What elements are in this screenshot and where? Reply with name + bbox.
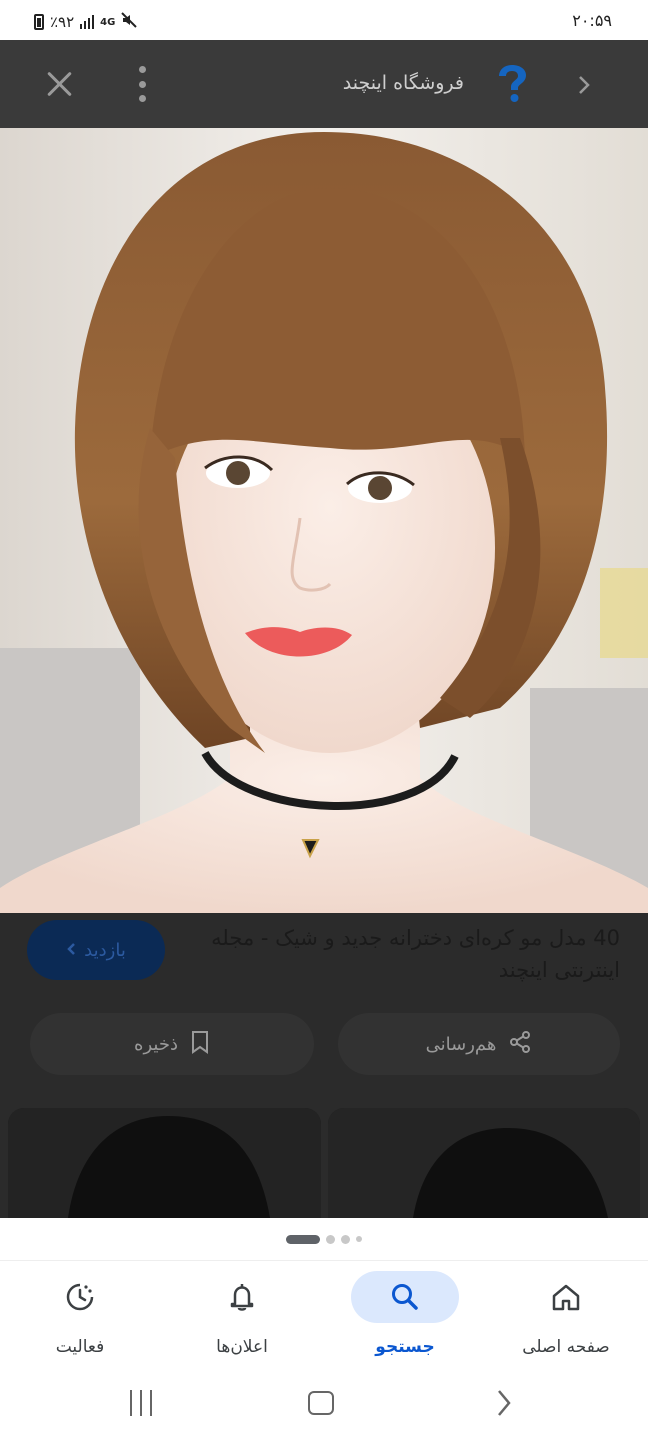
pager-dot[interactable] (286, 1234, 320, 1244)
site-logo-icon (494, 62, 530, 104)
pager-dot[interactable] (356, 1236, 362, 1242)
battery-percent: ٪۹۲ (50, 13, 75, 31)
save-button[interactable]: ذخیره (30, 1013, 314, 1075)
home-icon (512, 1271, 620, 1323)
bell-icon (188, 1271, 296, 1323)
recent-apps-icon[interactable] (121, 1385, 161, 1421)
share-label: هم‌رسانی (425, 1033, 497, 1055)
share-button[interactable]: هم‌رسانی (338, 1013, 620, 1075)
nav-home-label: صفحه اصلی (522, 1337, 610, 1357)
result-title[interactable]: 40 مدل مو کره‌ای دخترانه جدید و شیک - مج… (190, 922, 620, 986)
chevron-left-icon (66, 940, 76, 961)
carousel-pager (0, 1218, 648, 1260)
nav-search-label: جستجو (375, 1337, 435, 1357)
share-icon (508, 1030, 532, 1059)
pager-dot[interactable] (326, 1234, 335, 1244)
history-icon (26, 1271, 134, 1323)
signal-icon (80, 15, 95, 29)
bottom-nav: صفحه اصلی جستجو اعلان‌ها (0, 1260, 648, 1370)
result-image[interactable] (0, 128, 648, 913)
search-icon (351, 1271, 459, 1323)
nav-activity-label: فعالیت (55, 1337, 105, 1357)
more-vert-icon[interactable] (136, 66, 148, 102)
nav-notifications-label: اعلان‌ها (216, 1337, 268, 1357)
chevron-right-icon[interactable] (576, 74, 592, 96)
home-button-icon[interactable] (301, 1385, 341, 1421)
related-image-thumbnail[interactable] (328, 1108, 640, 1218)
related-image-thumbnail[interactable] (8, 1108, 321, 1218)
network-type: 4G (100, 16, 116, 28)
system-nav-bar (0, 1370, 648, 1440)
nav-home[interactable]: صفحه اصلی (496, 1271, 636, 1367)
nav-activity[interactable]: فعالیت (10, 1271, 150, 1367)
close-icon[interactable] (44, 68, 76, 100)
visit-button[interactable]: بازدید (27, 920, 165, 980)
save-label: ذخیره (134, 1033, 178, 1055)
nav-notifications[interactable]: اعلان‌ها (172, 1271, 312, 1367)
mute-icon (121, 12, 138, 32)
status-icons: ٪۹۲ 4G (34, 12, 138, 32)
bookmark-icon (190, 1030, 210, 1059)
pager-dot[interactable] (341, 1234, 350, 1244)
clock: ۲۰:۵۹ (572, 11, 612, 30)
site-name[interactable]: فروشگاه اینچند (343, 72, 464, 94)
visit-button-label: بازدید (84, 939, 126, 961)
nav-search[interactable]: جستجو (335, 1271, 475, 1367)
back-icon[interactable] (484, 1385, 524, 1421)
battery-icon (34, 14, 44, 30)
viewer-top-bar (0, 40, 648, 128)
status-bar: ٪۹۲ 4G ۲۰:۵۹ (0, 0, 648, 40)
